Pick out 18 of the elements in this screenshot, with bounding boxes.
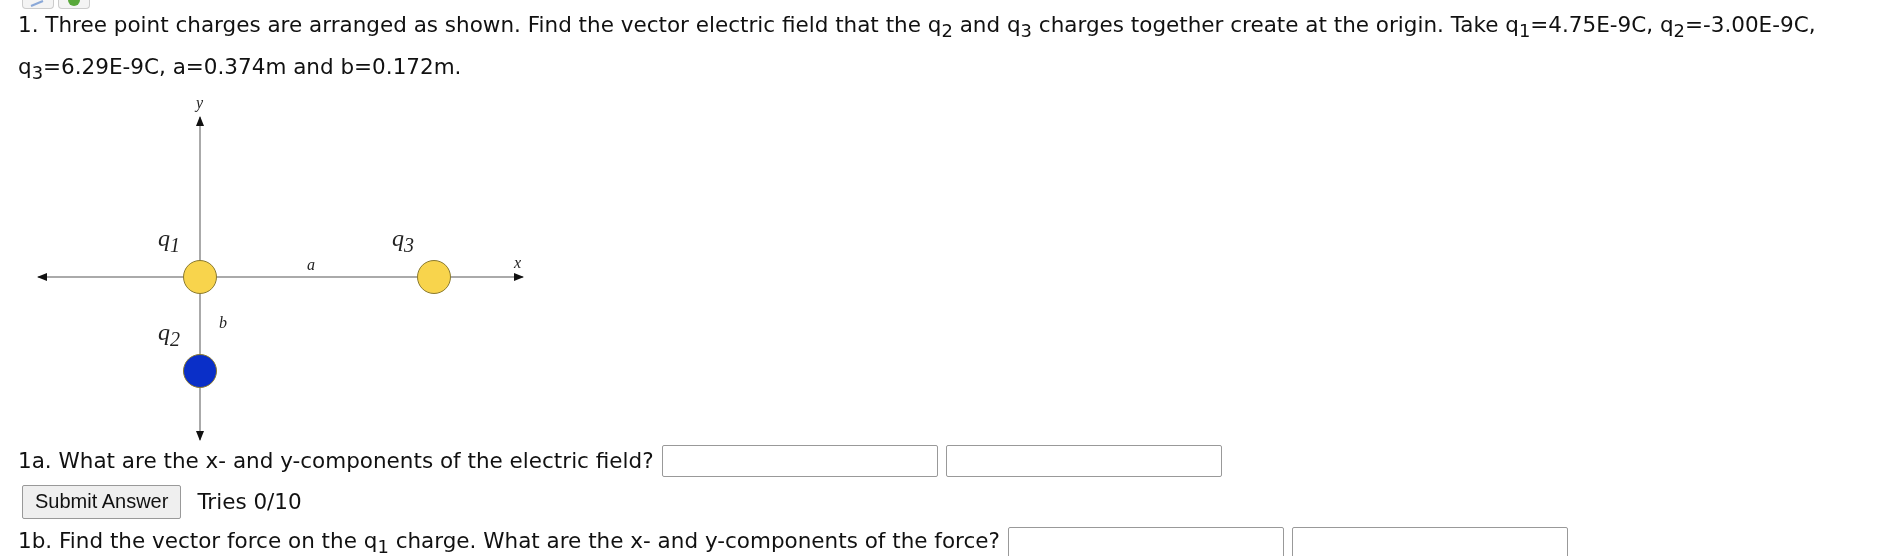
problem-text: 1. Three point charges are arranged as shown. Find the vector electric field that the q$_{2}$ and q$_{3}$ charges together create at the origin. Take q$_{1}$=4.75E-9C, q$_{2}$=-3.00E-9C, q$_{3}$=6.29E-9C, a=0.374m and b=0.172m. <box>18 11 1817 86</box>
answer-field[interactable] <box>945 444 1222 477</box>
tries-counter: Tries 0/10 <box>197 489 302 515</box>
globe-icon[interactable] <box>58 0 90 9</box>
answer-field[interactable] <box>1291 526 1568 556</box>
pencil-icon[interactable] <box>22 0 54 9</box>
axis-label: x <box>514 253 522 272</box>
question-text: 1a. What are the x- and y-components of the electric field? <box>18 448 654 474</box>
submit-button[interactable]: Submit Answer <box>22 484 182 519</box>
charge-label: q$_{2}$ <box>158 318 180 352</box>
answer-field[interactable] <box>1007 526 1284 556</box>
answer-field[interactable] <box>661 444 938 477</box>
charge-label: q$_{1}$ <box>158 224 180 258</box>
charge-label: q$_{3}$ <box>392 224 414 258</box>
distance-label: b <box>219 313 227 332</box>
axis-label: y <box>196 93 204 112</box>
distance-label: a <box>307 255 315 274</box>
question-text: 1b. Find the vector force on the q$_{1}$ charge. What are the x- and y-components of the force? <box>18 527 1000 556</box>
